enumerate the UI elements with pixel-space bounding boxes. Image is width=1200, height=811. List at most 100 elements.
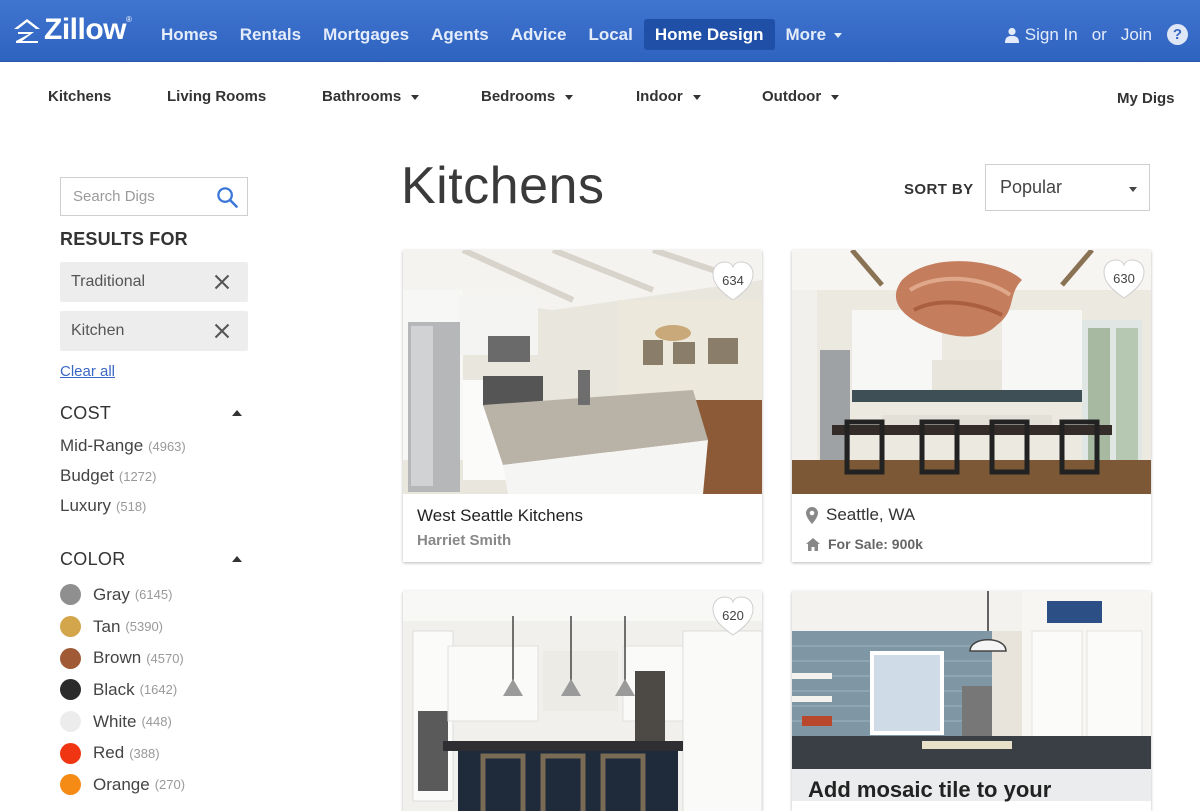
filter-chip-traditional: Traditional <box>60 262 248 302</box>
subnav-bathrooms[interactable]: Bathrooms <box>322 88 420 105</box>
card-location[interactable]: Seattle, WA <box>826 505 915 525</box>
color-swatch <box>60 616 81 638</box>
logo-wordmark: Zillow <box>44 13 127 46</box>
subnav-kitchens[interactable]: Kitchens <box>48 88 111 105</box>
like-count: 634 <box>722 273 744 288</box>
color-option[interactable]: Tan (5390) <box>60 611 248 643</box>
color-swatch <box>60 647 81 669</box>
filter-chip-kitchen: Kitchen <box>60 311 248 351</box>
subnav-outdoor[interactable]: Outdoor <box>762 88 840 105</box>
color-facet-header[interactable]: COLOR <box>60 549 248 570</box>
account-links: Sign In or Join ? <box>1004 19 1188 50</box>
nav-homes[interactable]: Homes <box>150 19 229 50</box>
photo-card[interactable]: 634 West Seattle Kitchens Harriet Smith <box>403 250 762 562</box>
color-option[interactable]: Black (1642) <box>60 674 248 706</box>
chevron-down-icon <box>411 94 420 100</box>
photo-card[interactable]: 620 <box>403 591 762 811</box>
color-option[interactable]: White (448) <box>60 706 248 738</box>
sort-selected-value: Popular <box>1000 177 1063 197</box>
card-info: Seattle, WA For Sale: 900k <box>792 494 1151 562</box>
top-navigation-bar: Zillow ® Homes Rentals Mortgages Agents … <box>0 0 1200 62</box>
sort-by-label: SORT BY <box>904 181 974 198</box>
like-badge[interactable]: 630 <box>1102 258 1146 300</box>
cost-option-count: (518) <box>116 499 147 514</box>
kitchen-image <box>403 591 762 811</box>
like-count: 620 <box>722 608 744 623</box>
kitchen-image <box>792 250 1151 494</box>
like-badge[interactable]: 634 <box>711 260 755 302</box>
nav-agents[interactable]: Agents <box>420 19 500 50</box>
card-title[interactable]: West Seattle Kitchens <box>417 506 748 526</box>
nav-rentals[interactable]: Rentals <box>229 19 312 50</box>
color-option-label: Gray <box>93 584 130 604</box>
cost-option[interactable]: Budget (1272) <box>60 463 248 493</box>
search-input[interactable] <box>61 178 201 215</box>
cost-facet-header[interactable]: COST <box>60 403 248 424</box>
nav-local[interactable]: Local <box>577 19 643 50</box>
sign-in-link[interactable]: Sign In <box>1025 25 1078 45</box>
photo-card[interactable]: Add mosaic tile to your <box>792 591 1151 811</box>
color-option-label: White <box>93 711 137 731</box>
color-swatch <box>60 774 81 796</box>
color-option-count: (448) <box>141 714 172 730</box>
color-option[interactable]: Red (388) <box>60 737 248 769</box>
subnav-outdoor-label: Outdoor <box>762 88 822 105</box>
cost-option-label: Budget <box>60 466 114 485</box>
color-option-count: (1642) <box>139 682 178 698</box>
registered-mark: ® <box>126 15 132 24</box>
chevron-up-icon <box>232 410 242 416</box>
chevron-down-icon <box>1129 187 1137 192</box>
nav-mortgages[interactable]: Mortgages <box>312 19 420 50</box>
color-options: Gray (6145) Tan (5390) Brown (4570) Black (1… <box>60 579 248 801</box>
color-option[interactable]: Gray (6145) <box>60 579 248 611</box>
sort-dropdown[interactable]: Popular <box>985 164 1150 211</box>
nav-advice[interactable]: Advice <box>500 19 578 50</box>
nav-home-design[interactable]: Home Design <box>643 19 775 50</box>
location-pin-icon <box>806 506 818 524</box>
page-title: Kitchens <box>401 157 605 215</box>
chevron-down-icon <box>565 94 574 100</box>
subnav-bedrooms[interactable]: Bedrooms <box>481 88 574 105</box>
like-count: 630 <box>1113 271 1135 286</box>
zillow-logo[interactable]: Zillow ® <box>12 13 132 47</box>
kitchen-photo[interactable]: 630 <box>792 250 1151 494</box>
close-icon[interactable] <box>214 323 230 339</box>
cost-option[interactable]: Luxury (518) <box>60 493 248 523</box>
chevron-up-icon <box>232 556 242 562</box>
cost-option-label: Mid-Range <box>60 436 144 455</box>
filter-chip-label: Traditional <box>71 273 146 290</box>
card-sale-price[interactable]: For Sale: 900k <box>828 536 923 552</box>
kitchen-photo[interactable]: 634 <box>403 250 762 494</box>
main-nav-links: Homes Rentals Mortgages Agents Advice Lo… <box>150 19 853 50</box>
color-option-label: Orange <box>93 774 150 794</box>
nav-more[interactable]: More <box>775 19 854 50</box>
subnav-living-rooms[interactable]: Living Rooms <box>167 88 266 105</box>
card-author[interactable]: Harriet Smith <box>417 532 748 549</box>
person-icon <box>1004 27 1019 43</box>
kitchen-photo[interactable]: 620 <box>403 591 762 811</box>
chevron-down-icon <box>692 94 701 100</box>
color-swatch <box>60 742 81 764</box>
color-option-label: Red <box>93 743 125 763</box>
color-option[interactable]: Orange (270) <box>60 769 248 801</box>
color-option-count: (388) <box>129 745 160 761</box>
my-digs-link[interactable]: My Digs <box>1117 90 1175 107</box>
join-link[interactable]: Join <box>1121 25 1152 45</box>
like-badge[interactable]: 620 <box>711 595 755 637</box>
color-option[interactable]: Brown (4570) <box>60 642 248 674</box>
color-option-label: Brown <box>93 648 142 668</box>
subnav-indoor[interactable]: Indoor <box>636 88 701 105</box>
close-icon[interactable] <box>214 274 230 290</box>
color-option-label: Tan <box>93 616 121 636</box>
kitchen-image <box>403 250 762 494</box>
cost-heading: COST <box>60 403 112 423</box>
help-icon[interactable]: ? <box>1167 24 1188 45</box>
photo-card[interactable]: 630 Seattle, WA For Sale: 900k <box>792 250 1151 562</box>
house-icon <box>806 537 820 551</box>
clear-all-link[interactable]: Clear all <box>60 363 248 380</box>
search-icon[interactable] <box>216 186 239 209</box>
card-caption[interactable]: Add mosaic tile to your <box>792 769 1151 811</box>
cost-option[interactable]: Mid-Range (4963) <box>60 433 248 463</box>
color-swatch <box>60 679 81 701</box>
subnav-bathrooms-label: Bathrooms <box>322 88 402 105</box>
